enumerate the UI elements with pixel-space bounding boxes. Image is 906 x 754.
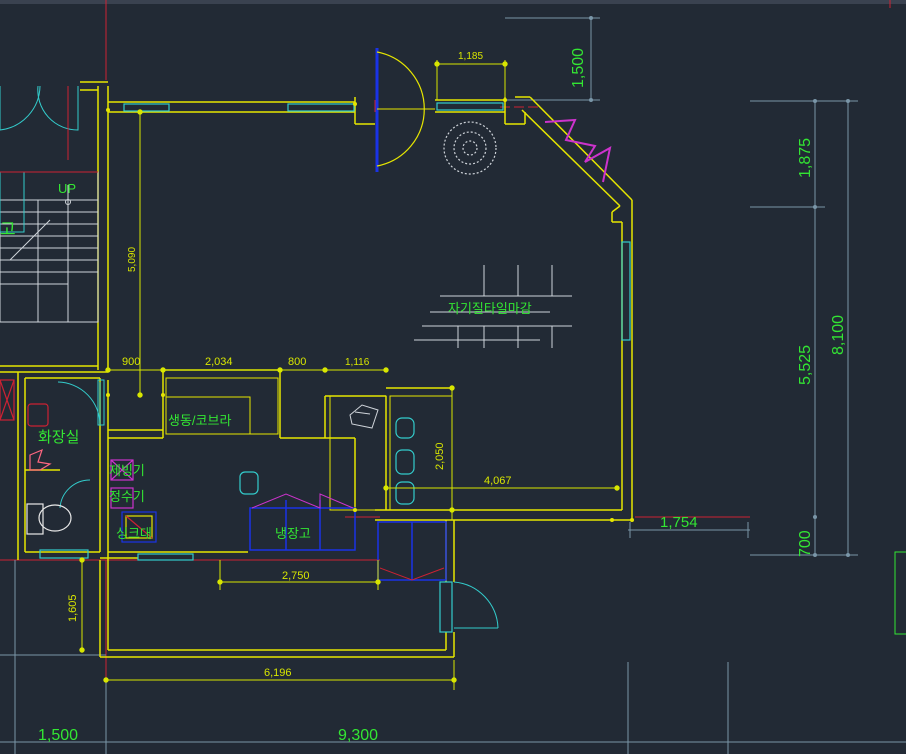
dim-right-top: 1,875 — [797, 138, 814, 178]
dim-seg-800: 800 — [288, 356, 306, 368]
dim-seg-1116: 1,116 — [345, 357, 370, 368]
restroom-label: 화장실 — [38, 429, 79, 446]
dim-right-total: 8,100 — [830, 315, 847, 355]
drink-cooler-label: 생동/코브라 — [168, 413, 231, 428]
axis-lines — [0, 0, 891, 754]
stair-up-label: UP — [58, 181, 76, 196]
stairs — [0, 171, 99, 323]
counters — [165, 377, 453, 511]
dim-total-width: 6,196 — [264, 667, 292, 679]
doors — [0, 48, 499, 629]
dim-right-bottom: 700 — [797, 530, 814, 557]
pos-machine-icon — [349, 404, 379, 429]
dimension-lines — [79, 60, 620, 690]
partition-zigzag — [544, 118, 612, 183]
refrigerator-label: 냉장고 — [275, 526, 311, 541]
dim-outside-1754: 1,754 — [660, 514, 698, 531]
dim-bottom-total: 9,300 — [338, 727, 378, 744]
restroom-fixtures — [0, 379, 72, 535]
sink-label: 싱크대 — [116, 526, 152, 541]
stair-red-lines — [0, 86, 98, 173]
dim-seg-900: 900 — [122, 356, 140, 368]
stair-room-label: 고 — [0, 220, 16, 239]
ice-maker-label: 제빙기 — [109, 463, 145, 478]
floor-plan-drawing[interactable]: UP 고 화장실 자기질타일마감 생동/코브라 제빙기 정수기 싱크대 냉장고 … — [0, 0, 906, 754]
tile-finish-label: 자기질타일마감 — [448, 301, 532, 316]
dim-top-right: 1,500 — [570, 48, 587, 88]
right-edge-object — [894, 551, 906, 635]
dim-bottom-left: 1,500 — [38, 727, 78, 744]
dim-front-width: 2,750 — [282, 570, 310, 582]
dim-door-width: 1,185 — [458, 51, 483, 62]
dim-left-lower: 1,605 — [67, 594, 79, 622]
dim-counter-height: 2,050 — [434, 442, 446, 470]
water-purifier-label: 정수기 — [109, 489, 145, 504]
plant-icon — [443, 121, 497, 175]
dim-seg-2034: 2,034 — [205, 356, 233, 368]
chairs — [239, 417, 415, 505]
node-markers — [106, 98, 634, 522]
dim-right-middle: 5,525 — [797, 345, 814, 385]
dim-left-height: 5,090 — [127, 247, 138, 272]
dim-counter-width: 4,067 — [484, 475, 512, 487]
dimension-ticks — [589, 16, 850, 557]
